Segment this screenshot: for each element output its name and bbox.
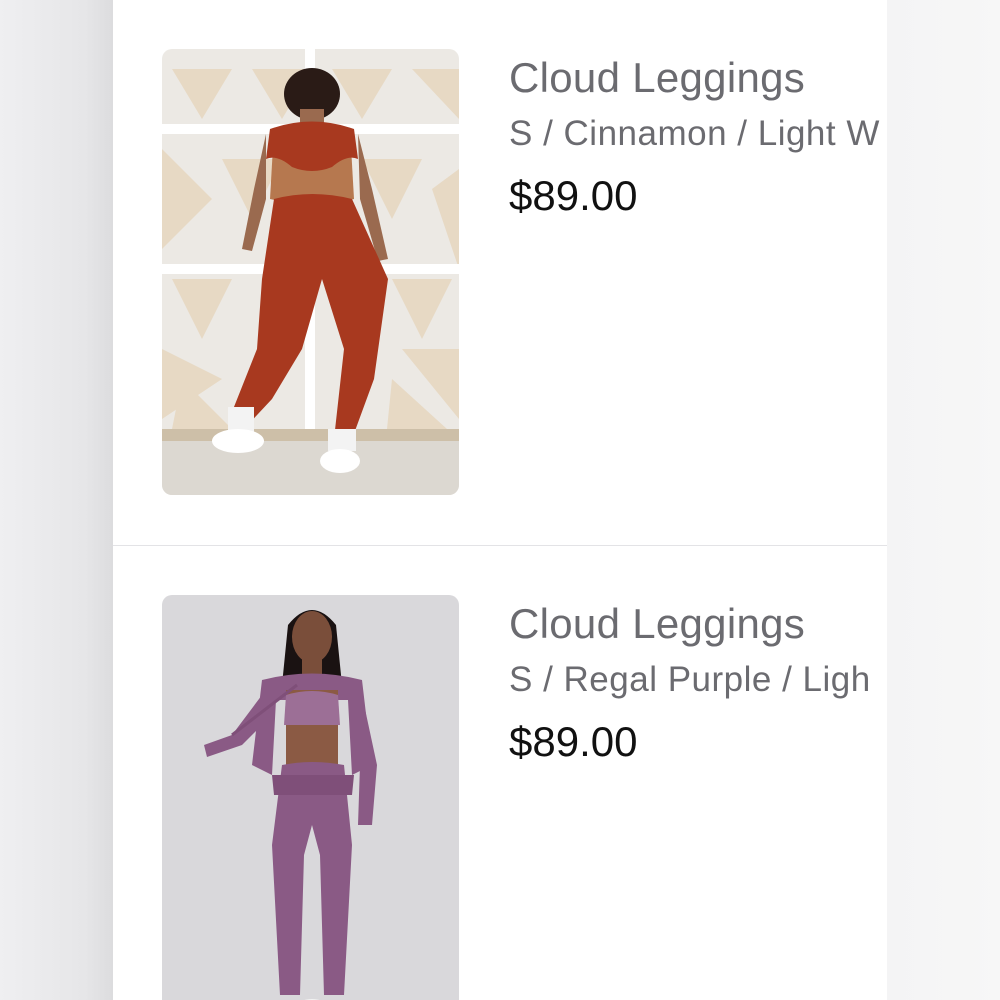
- background-left: [0, 0, 113, 1000]
- cart-list: Cloud Leggings S / Cinnamon / Light W $8…: [113, 0, 887, 1000]
- product-photo-cinnamon-icon: [162, 49, 459, 495]
- item-details: Cloud Leggings S / Regal Purple / Ligh $…: [509, 598, 887, 768]
- cart-item[interactable]: Cloud Leggings S / Regal Purple / Ligh $…: [113, 546, 887, 1000]
- product-image[interactable]: [162, 49, 459, 495]
- product-variant: S / Regal Purple / Ligh: [509, 660, 871, 699]
- product-photo-regal-purple-icon: [162, 595, 459, 1000]
- cart-item[interactable]: Cloud Leggings S / Cinnamon / Light W $8…: [113, 0, 887, 546]
- product-title[interactable]: Cloud Leggings: [509, 52, 887, 104]
- product-title[interactable]: Cloud Leggings: [509, 598, 887, 650]
- product-price: $89.00: [509, 172, 638, 219]
- product-price: $89.00: [509, 718, 638, 765]
- product-image[interactable]: [162, 595, 459, 1000]
- product-variant: S / Cinnamon / Light W: [509, 114, 880, 153]
- background-right: [887, 0, 1000, 1000]
- item-details: Cloud Leggings S / Cinnamon / Light W $8…: [509, 52, 887, 222]
